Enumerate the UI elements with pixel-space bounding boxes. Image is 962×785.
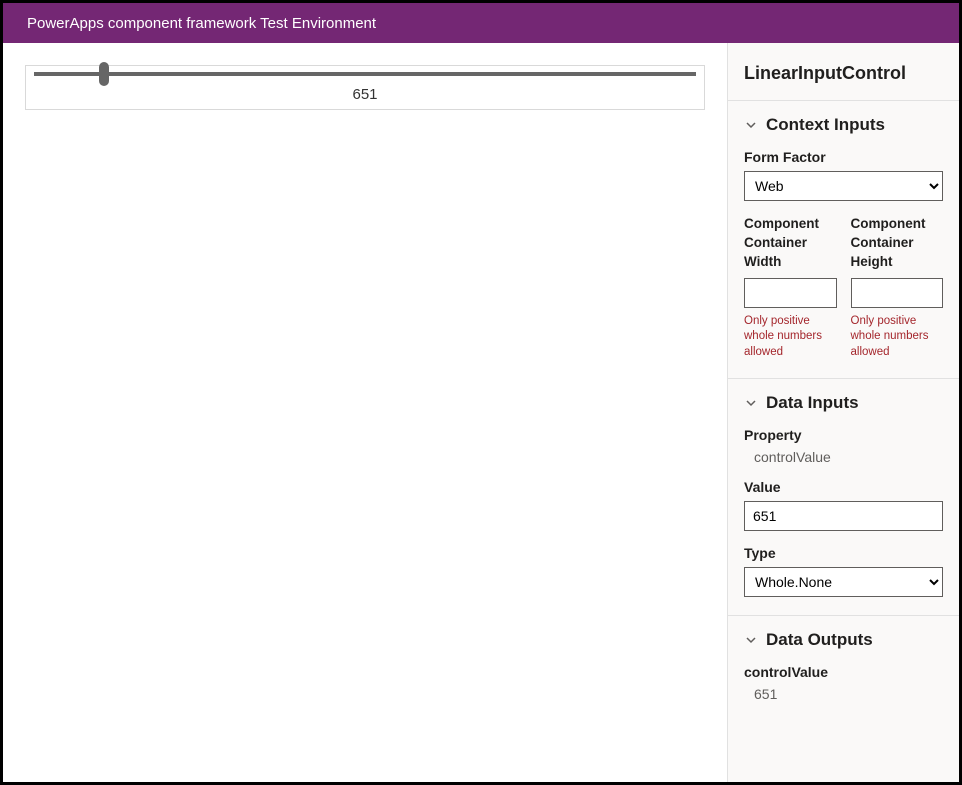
field-container-height: Component Container Height Only positive…	[851, 215, 944, 360]
container-width-input[interactable]	[744, 278, 837, 308]
header-bar: PowerApps component framework Test Envir…	[3, 3, 959, 43]
section-data-inputs: Data Inputs Property controlValue Value …	[728, 379, 959, 616]
type-select[interactable]: Whole.None	[744, 567, 943, 597]
canvas-area: 651	[3, 43, 727, 782]
section-header-data-inputs[interactable]: Data Inputs	[744, 393, 943, 413]
container-width-label: Component Container Width	[744, 215, 837, 272]
container-height-error: Only positive whole numbers allowed	[851, 314, 944, 361]
section-header-context-inputs[interactable]: Context Inputs	[744, 115, 943, 135]
panel-title: LinearInputControl	[728, 43, 959, 101]
form-factor-label: Form Factor	[744, 149, 943, 165]
value-input[interactable]	[744, 501, 943, 531]
chevron-down-icon	[744, 118, 758, 132]
app-frame: PowerApps component framework Test Envir…	[3, 3, 959, 782]
header-title: PowerApps component framework Test Envir…	[27, 15, 376, 32]
section-header-data-outputs[interactable]: Data Outputs	[744, 630, 943, 650]
container-width-error: Only positive whole numbers allowed	[744, 314, 837, 361]
value-label: Value	[744, 479, 943, 495]
field-container-width: Component Container Width Only positive …	[744, 215, 837, 360]
field-property: Property controlValue	[744, 427, 943, 465]
container-dimensions-row: Component Container Width Only positive …	[744, 215, 943, 360]
linear-input-control: 651	[25, 65, 705, 110]
field-value: Value	[744, 479, 943, 531]
chevron-down-icon	[744, 633, 758, 647]
slider-wrapper	[26, 66, 704, 76]
property-label: Property	[744, 427, 943, 443]
chevron-down-icon	[744, 396, 758, 410]
main-area: 651 LinearInputControl Context Inputs Fo…	[3, 43, 959, 782]
property-name: controlValue	[744, 449, 943, 465]
properties-panel: LinearInputControl Context Inputs Form F…	[727, 43, 959, 782]
section-data-outputs: Data Outputs controlValue 651	[728, 616, 959, 720]
slider-value-label: 651	[26, 76, 704, 109]
output-control-value-label: controlValue	[744, 664, 943, 680]
section-context-inputs: Context Inputs Form Factor Web Component…	[728, 101, 959, 379]
section-title-context-inputs: Context Inputs	[766, 115, 885, 135]
container-height-label: Component Container Height	[851, 215, 944, 272]
type-label: Type	[744, 545, 943, 561]
output-control-value: controlValue 651	[744, 664, 943, 702]
section-title-data-outputs: Data Outputs	[766, 630, 873, 650]
field-form-factor: Form Factor Web	[744, 149, 943, 201]
linear-slider[interactable]	[34, 72, 696, 76]
form-factor-select[interactable]: Web	[744, 171, 943, 201]
field-type: Type Whole.None	[744, 545, 943, 597]
section-title-data-inputs: Data Inputs	[766, 393, 859, 413]
container-height-input[interactable]	[851, 278, 944, 308]
output-control-value-value: 651	[744, 686, 943, 702]
